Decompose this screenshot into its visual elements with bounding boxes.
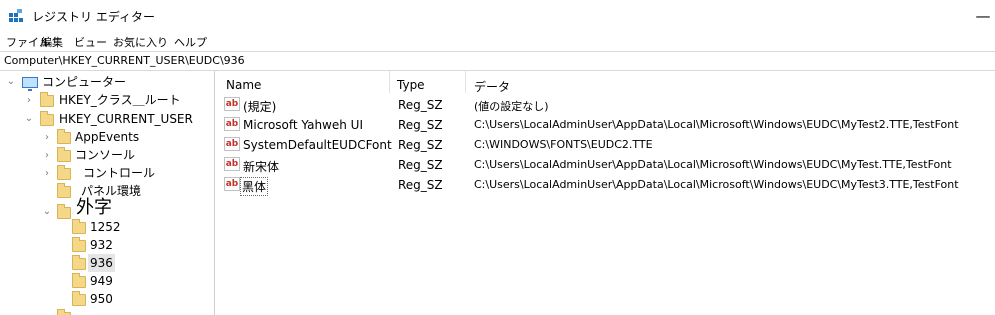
folder-icon [57,129,71,144]
registry-editor-icon [9,9,23,22]
tree-item-console[interactable]: › コンソール [0,146,214,164]
value-type: Reg_SZ [398,178,443,192]
value-row[interactable]: ab SystemDefaultEUDCFont Reg_SZ C:\WINDO… [216,136,995,155]
window-title: レジストリ エディター [32,10,155,24]
tree-item-control[interactable]: › コントロール [0,164,214,182]
minimize-button[interactable]: — [971,6,995,26]
folder-icon [57,183,71,198]
value-row[interactable]: ab 新宋体 Reg_SZ C:\Users\LocalAdminUser\Ap… [216,156,995,175]
tree-item-label: HKEY_CURRENT_USER [59,112,193,126]
tree-item-label: 950 [90,292,113,306]
folder-icon [40,92,54,107]
value-row-focused[interactable]: ab 黑体 Reg_SZ C:\Users\LocalAdminUser\App… [216,176,995,196]
tree-item-932[interactable]: 932 [0,236,214,254]
tree-item-950[interactable]: 950 [0,290,214,308]
value-name: Microsoft Yahweh UI [243,118,363,132]
value-name: (規定) [243,100,277,114]
tree-item-label-selected: 936 [88,254,115,272]
folder-icon [57,165,71,180]
menu-favorites[interactable]: お気に入り [113,34,168,50]
tree-item-label: コントロール [83,166,156,180]
folder-icon [72,255,86,270]
tree-item-label: AppEvents [75,130,140,144]
value-name: SystemDefaultEUDCFont [243,138,392,152]
tree-item-partial[interactable] [0,308,214,315]
folder-icon [72,219,86,234]
tree-item-appevents[interactable]: › AppEvents [0,128,214,146]
value-name: 黑体 [239,177,269,196]
string-value-icon: ab [224,137,240,151]
menu-edit[interactable]: 編集 [41,34,63,50]
string-value-icon: ab [224,177,240,191]
column-type[interactable]: Type [397,78,425,92]
value-type: Reg_SZ [398,98,443,112]
computer-icon [22,77,38,91]
folder-icon [72,291,86,306]
chevron-right-icon[interactable]: › [42,129,52,147]
title-bar: レジストリ エディター — [0,0,995,32]
key-tree-pane[interactable]: ⌄ コンピューター › HKEY_クラス＿ルート ⌄ HKEY_CURRENT_… [0,71,215,315]
tree-item-hkcu[interactable]: ⌄ HKEY_CURRENT_USER [0,110,214,128]
values-pane[interactable]: Name Type データ ab (規定) Reg_SZ (値の設定なし) ab… [216,71,995,315]
chevron-right-icon[interactable]: › [42,165,52,183]
tree-item-label: 外字 [76,197,112,218]
tree-root[interactable]: ⌄ コンピューター [0,73,214,91]
tree-root-label: コンピューター [42,75,127,89]
menu-view[interactable]: ビュー [74,34,107,50]
tree-item-hkcr[interactable]: › HKEY_クラス＿ルート [0,91,214,109]
tree-item-1252[interactable]: 1252 [0,218,214,236]
chevron-right-icon[interactable]: › [24,92,34,110]
string-value-icon: ab [224,157,240,171]
menu-help[interactable]: ヘルプ [174,34,207,50]
tree-item-936[interactable]: 936 [0,254,214,272]
chevron-down-icon[interactable]: ⌄ [24,110,34,128]
value-data: (値の設定なし) [474,100,549,113]
value-type: Reg_SZ [398,118,443,132]
tree-item-label: HKEY_クラス＿ルート [59,93,181,107]
folder-icon [72,273,86,288]
address-path[interactable]: Computer\HKEY_CURRENT_USER\EUDC\936 [4,54,245,67]
value-type: Reg_SZ [398,158,443,172]
folder-icon [40,111,54,126]
value-name: 新宋体 [243,160,280,174]
address-bar[interactable]: Computer\HKEY_CURRENT_USER\EUDC\936 [0,51,995,71]
tree-item-label: 1252 [90,220,121,234]
chevron-right-icon[interactable]: › [42,147,52,165]
value-data: C:\Users\LocalAdminUser\AppData\Local\Mi… [474,158,952,171]
column-divider[interactable] [389,71,390,93]
value-row[interactable]: ab Microsoft Yahweh UI Reg_SZ C:\Users\L… [216,116,995,135]
column-name[interactable]: Name [226,78,261,92]
string-value-icon: ab [224,97,240,111]
folder-icon [72,237,86,252]
column-divider[interactable] [465,71,466,93]
column-header: Name Type データ [216,71,995,95]
tree-item-label: 932 [90,238,113,252]
menu-bar: ファイル 編集 ビュー お気に入り ヘルプ [0,32,995,50]
tree-item-label: コンソール [75,148,136,162]
value-type: Reg_SZ [398,138,443,152]
chevron-down-icon[interactable]: ⌄ [6,73,16,91]
folder-icon [57,147,71,162]
value-data: C:\Users\LocalAdminUser\AppData\Local\Mi… [474,118,959,131]
tree-item-label: 949 [90,274,113,288]
string-value-icon: ab [224,117,240,131]
column-data[interactable]: データ [474,78,510,95]
value-row[interactable]: ab (規定) Reg_SZ (値の設定なし) [216,96,995,115]
value-data: C:\WINDOWS\FONTS\EUDC2.TTE [474,138,653,151]
value-data: C:\Users\LocalAdminUser\AppData\Local\Mi… [474,178,959,191]
tree-item-949[interactable]: 949 [0,272,214,290]
